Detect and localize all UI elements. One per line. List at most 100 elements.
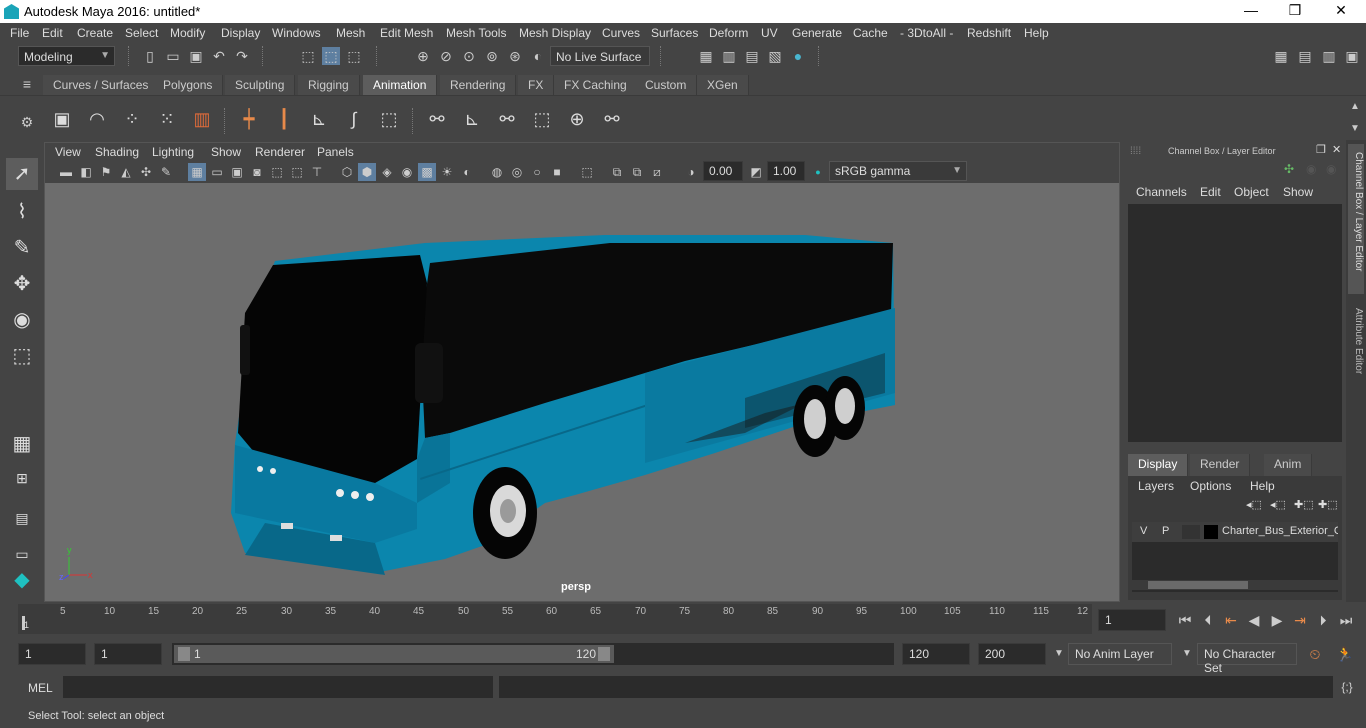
menu-file[interactable]: File [10, 26, 29, 40]
script-editor-icon[interactable]: {;} [1338, 678, 1356, 696]
shelf-tab-xgen[interactable]: XGen [697, 75, 749, 95]
hyper-icon[interactable]: ◉ [1326, 162, 1336, 176]
chevron-down-icon[interactable]: ▼ [1050, 645, 1068, 663]
exposure-field[interactable]: 0.00 [703, 161, 743, 181]
modeling-toolkit-icon[interactable]: ▤ [1296, 47, 1314, 65]
speed-icon[interactable]: ◉ [1306, 162, 1316, 176]
motion-blur-icon[interactable]: ◍ [488, 163, 506, 181]
menu-surfaces[interactable]: Surfaces [651, 26, 698, 40]
layer-row[interactable]: V P Charter_Bus_Exterior_C [1132, 522, 1338, 542]
menu-mesh[interactable]: Mesh [336, 26, 365, 40]
maximize-button[interactable]: ❒ [1272, 2, 1318, 20]
shadows-icon[interactable]: ☀ [438, 163, 456, 181]
menu-select[interactable]: Select [125, 26, 158, 40]
film-gate-icon[interactable]: ▭ [208, 163, 226, 181]
panel-menu-lighting[interactable]: Lighting [152, 145, 194, 159]
panel-menu-panels[interactable]: Panels [317, 145, 354, 159]
move-tool-icon[interactable]: ✥ [6, 268, 38, 300]
unghost-icon[interactable]: ⁙ [154, 106, 180, 132]
channel-menu-edit[interactable]: Edit [1200, 185, 1221, 199]
channel-menu-channels[interactable]: Channels [1136, 185, 1187, 199]
xray-active-icon[interactable]: ⧉ [628, 163, 646, 181]
cluster-icon[interactable]: ⬚ [376, 106, 402, 132]
shelf-tab-polygons[interactable]: Polygons [153, 75, 224, 95]
chevron-down-icon[interactable]: ▼ [1178, 645, 1196, 663]
go-to-end-icon[interactable]: ⏭ [1337, 611, 1355, 629]
shelf-scroll-up-icon[interactable]: ▲ [1346, 98, 1364, 116]
select-hierarchy-icon[interactable]: ⬚ [299, 47, 317, 65]
orient-constraint-icon[interactable]: ⚯ [494, 106, 520, 132]
panel-menu-renderer[interactable]: Renderer [255, 145, 305, 159]
menu-create[interactable]: Create [77, 26, 113, 40]
workspace-icon[interactable]: ▦ [1272, 47, 1290, 65]
live-surface-field[interactable]: No Live Surface [550, 46, 650, 66]
playback-end-field[interactable]: 120 [902, 643, 970, 665]
joint-tool-icon[interactable]: ┿ [236, 106, 262, 132]
render-settings-icon[interactable]: ▦ [697, 47, 715, 65]
ipr-render-icon[interactable]: ▤ [743, 47, 761, 65]
shelf-tab-animation[interactable]: Animation [363, 75, 438, 95]
shelf-tab-rigging[interactable]: Rigging [298, 75, 360, 95]
menu-generate[interactable]: Generate [792, 26, 842, 40]
layer-menu-options[interactable]: Options [1190, 479, 1231, 493]
play-forwards-icon[interactable]: ▶ [1268, 611, 1286, 629]
open-scene-icon[interactable]: ▭ [164, 47, 182, 65]
xray-joints-icon[interactable]: ⧉ [608, 163, 626, 181]
time-ruler[interactable]: 1 5 10 15 20 25 30 35 40 45 50 55 60 65 … [18, 604, 1092, 634]
safe-action-icon[interactable]: ⬚ [288, 163, 306, 181]
xray-icon[interactable]: ⬚ [578, 163, 596, 181]
shelf-scroll-down-icon[interactable]: ▼ [1346, 120, 1364, 138]
layer-name[interactable]: Charter_Bus_Exterior_C [1222, 525, 1338, 537]
layer-tab-render[interactable]: Render [1190, 454, 1251, 476]
anim-start-field[interactable]: 1 [18, 643, 86, 665]
bookmark-icon[interactable]: ⚑ [97, 163, 115, 181]
textured-icon[interactable]: ◉ [398, 163, 416, 181]
layer-tab-display[interactable]: Display [1128, 454, 1189, 476]
menu-display[interactable]: Display [221, 26, 260, 40]
paint-select-icon[interactable]: ✎ [6, 232, 38, 264]
redo-icon[interactable]: ↷ [233, 47, 251, 65]
bind-skin-icon[interactable]: ┃ [271, 106, 297, 132]
scale-tool-icon[interactable]: ⬚ [6, 340, 38, 372]
camera-icon[interactable]: ▬ [57, 163, 75, 181]
time-slider[interactable]: 1 5 10 15 20 25 30 35 40 45 50 55 60 65 … [0, 604, 1366, 634]
lasso-tool-icon[interactable]: ⌇ [6, 196, 38, 228]
step-forward-frame-icon[interactable]: ⏵ [1314, 611, 1332, 629]
aim-constraint-icon[interactable]: ⊕ [564, 106, 590, 132]
layout-quad-icon[interactable]: ⊞ [6, 462, 38, 494]
move-layer-down-icon[interactable]: ◂⬚ [1270, 498, 1286, 511]
close-panel-icon[interactable]: ✕ [1332, 143, 1341, 156]
manipulator-icon[interactable]: ✣ [1284, 162, 1294, 176]
motion-trail-icon[interactable]: ◠ [84, 106, 110, 132]
layer-scrollbar[interactable] [1132, 580, 1338, 590]
anim-end-field[interactable]: 200 [978, 643, 1046, 665]
depth-of-field-icon[interactable]: ○ [528, 163, 546, 181]
shelf-settings-icon[interactable]: ⚙ [18, 113, 36, 131]
hypershade-icon[interactable]: ● [789, 47, 807, 65]
bake-keys-icon[interactable]: ▥ [189, 106, 215, 132]
menu-help[interactable]: Help [1024, 26, 1049, 40]
select-object-icon[interactable]: ⬚ [322, 47, 340, 65]
layer-menu-help[interactable]: Help [1250, 479, 1275, 493]
menu-mesh-display[interactable]: Mesh Display [519, 26, 591, 40]
auto-key-icon[interactable]: ⏲ [1306, 645, 1324, 663]
grease-pencil-icon[interactable]: ✎ [157, 163, 175, 181]
isolate-select-icon[interactable]: ■ [548, 163, 566, 181]
step-forward-key-icon[interactable]: ⇥ [1291, 611, 1309, 629]
make-live-icon[interactable]: ◐ [529, 47, 547, 65]
menu-windows[interactable]: Windows [272, 26, 321, 40]
menu-edit[interactable]: Edit [42, 26, 63, 40]
shelf-tab-rendering[interactable]: Rendering [440, 75, 517, 95]
3d-viewport[interactable]: x y z persp [45, 183, 1119, 601]
ik-spline-icon[interactable]: ∫ [341, 106, 367, 132]
field-chart-icon[interactable]: ⬚ [268, 163, 286, 181]
play-backwards-icon[interactable]: ◀ [1245, 611, 1263, 629]
menu-set-dropdown[interactable]: Modeling ▼ [18, 46, 115, 66]
resolution-gate-icon[interactable]: ▣ [228, 163, 246, 181]
snap-point-icon[interactable]: ⊙ [460, 47, 478, 65]
rotate-tool-icon[interactable]: ◉ [6, 304, 38, 336]
wireframe-icon[interactable]: ⬡ [338, 163, 356, 181]
camera-attributes-icon[interactable]: ◧ [77, 163, 95, 181]
ik-handle-icon[interactable]: ⊾ [306, 106, 332, 132]
color-management-icon[interactable]: ● [809, 163, 827, 181]
